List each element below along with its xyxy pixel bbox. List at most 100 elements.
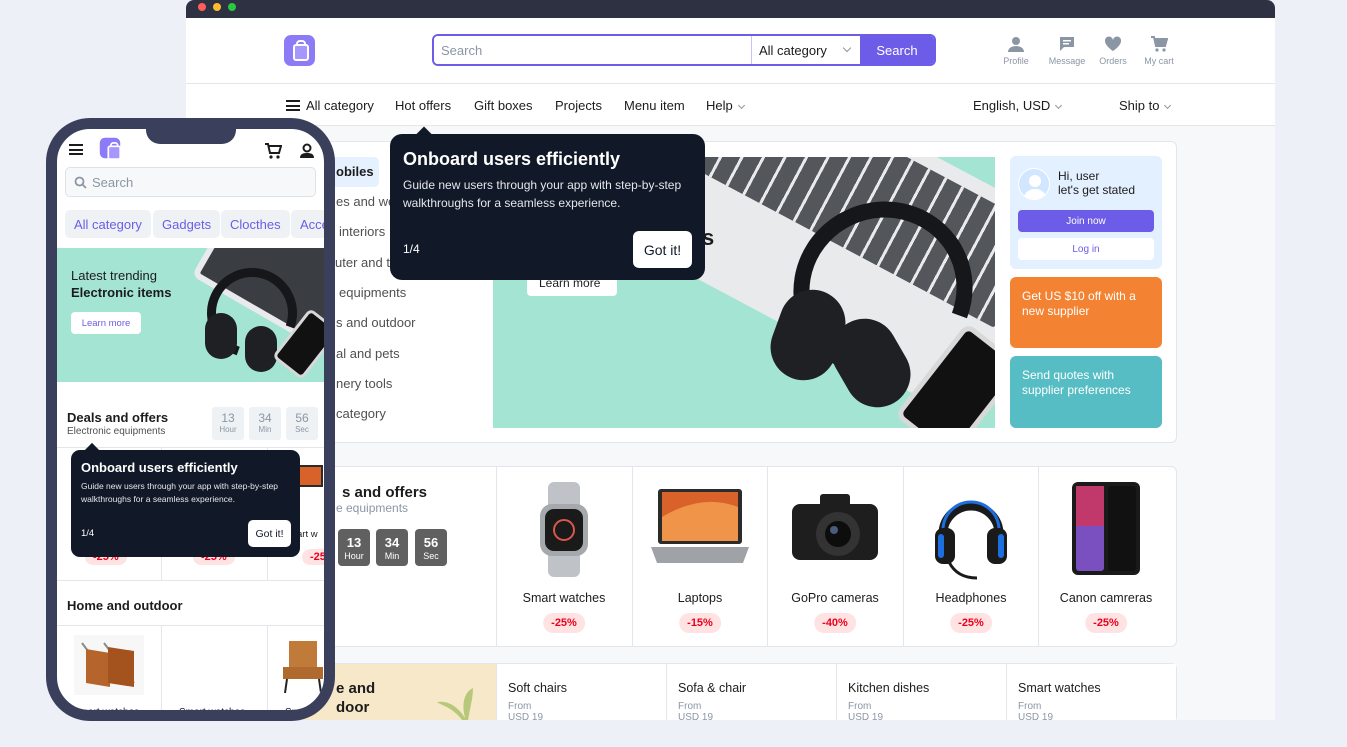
- home-item-from: From: [678, 701, 702, 712]
- timer-minutes: 34 Min: [376, 529, 408, 566]
- chevron-down-icon: [842, 43, 852, 53]
- phone-notch: [146, 129, 236, 144]
- sidebar-item[interactable]: interiors: [339, 224, 385, 239]
- product-card-laptops[interactable]: Laptops -15%: [632, 467, 767, 646]
- mobile-device: Search All category Gadgets Clocthes Acc…: [46, 118, 335, 721]
- brand-logo[interactable]: [99, 137, 122, 160]
- person-icon: [1008, 37, 1024, 52]
- sidebar-item[interactable]: nery tools: [336, 376, 392, 391]
- person-icon[interactable]: [299, 143, 315, 159]
- timer-minutes-value: 34: [258, 411, 272, 425]
- menu-icon[interactable]: [69, 144, 83, 155]
- chevron-down-icon: [1164, 101, 1172, 110]
- promo-card-supplier-discount[interactable]: Get US $10 off with a new supplier: [1010, 277, 1162, 348]
- greeting-line-1: Hi, user: [1058, 169, 1100, 183]
- log-in-button[interactable]: Log in: [1018, 238, 1154, 260]
- search-input[interactable]: [434, 36, 752, 64]
- ship-to-select[interactable]: Ship to: [1119, 98, 1172, 113]
- chip-all-category[interactable]: All category: [65, 210, 151, 238]
- message-label: Message: [1048, 56, 1086, 66]
- timer-hours: 13 Hour: [338, 529, 370, 566]
- search-bar: All category Search: [432, 34, 936, 66]
- home-item-from: From: [508, 701, 532, 712]
- main-nav: All category Hot offers Gift boxes Proje…: [186, 84, 1275, 126]
- sidebar-item[interactable]: es and we: [336, 194, 395, 209]
- cart-action[interactable]: My cart: [1137, 36, 1181, 66]
- home-item-price: USD 19: [678, 712, 714, 720]
- language-select[interactable]: English, USD: [973, 98, 1063, 113]
- close-window-dot[interactable]: [198, 3, 206, 11]
- chevron-down-icon: [1055, 101, 1063, 110]
- timer-seconds: 56 Sec: [286, 407, 318, 440]
- cart-label: My cart: [1144, 56, 1174, 66]
- nav-projects[interactable]: Projects: [555, 98, 602, 113]
- home-tile-divider: [161, 625, 162, 710]
- learn-more-button[interactable]: Learn more: [71, 312, 141, 334]
- sidebar-item[interactable]: category: [336, 406, 386, 421]
- promo-card-send-quotes[interactable]: Send quotes with supplier preferences: [1010, 356, 1162, 428]
- home-item-name[interactable]: Smart watches: [179, 707, 245, 710]
- minimize-window-dot[interactable]: [213, 3, 221, 11]
- nav-hot-offers[interactable]: Hot offers: [395, 98, 451, 113]
- nav-gift-boxes[interactable]: Gift boxes: [474, 98, 533, 113]
- sidebar-item[interactable]: equipments: [339, 285, 406, 300]
- search-icon: [74, 176, 87, 189]
- cart-icon: [1151, 36, 1168, 52]
- user-box: Hi, user let's get stated Join now Log i…: [1010, 156, 1162, 269]
- got-it-button[interactable]: Got it!: [633, 231, 692, 268]
- home-item-kitchen-dishes[interactable]: Kitchen dishes From USD 19: [836, 664, 1006, 720]
- orders-action[interactable]: Orders: [1091, 36, 1135, 66]
- product-card-headphones[interactable]: Headphones -25%: [903, 467, 1038, 646]
- armchair-image: [283, 641, 323, 694]
- got-it-button[interactable]: Got it!: [248, 520, 291, 547]
- home-item-from: From: [848, 701, 872, 712]
- sidebar-item[interactable]: uter and t: [335, 255, 390, 270]
- sidebar-item[interactable]: al and pets: [336, 346, 400, 361]
- timer-minutes-unit: Min: [258, 425, 272, 434]
- deals-subtitle: Electronic equipments: [67, 426, 166, 437]
- home-item-name[interactable]: Smar: [285, 707, 309, 710]
- onboarding-tooltip-mobile: Onboard users efficiently Guide new user…: [71, 442, 300, 557]
- user-greeting: Hi, user let's get stated: [1058, 169, 1135, 197]
- nav-help[interactable]: Help: [706, 98, 745, 113]
- message-action[interactable]: Message: [1045, 36, 1089, 66]
- discount-badge: -25%: [543, 613, 585, 633]
- brand-logo[interactable]: [284, 35, 315, 66]
- product-card-canon-cameras[interactable]: Canon camreras -25%: [1038, 467, 1173, 646]
- timer-hours-unit: Hour: [344, 551, 364, 561]
- nav-all-category[interactable]: All category: [286, 98, 374, 113]
- product-card-smart-watches[interactable]: Smart watches -25%: [496, 467, 631, 646]
- discount-badge: -25: [302, 549, 324, 565]
- chip-gadgets[interactable]: Gadgets: [153, 210, 221, 238]
- home-item-sofa-chair[interactable]: Sofa & chair From USD 19: [666, 664, 836, 720]
- search-input[interactable]: Search: [65, 167, 316, 197]
- home-item-name: Kitchen dishes: [848, 681, 930, 695]
- home-item-smart-watches[interactable]: Smart watches From USD 19: [1006, 664, 1176, 720]
- home-item-soft-chairs[interactable]: Soft chairs From USD 19: [496, 664, 666, 720]
- orders-label: Orders: [1099, 56, 1127, 66]
- magazine-rack-image: [74, 635, 144, 695]
- chip-clothes[interactable]: Clocthes: [221, 210, 290, 238]
- home-item-name[interactable]: Smart watches: [73, 707, 139, 710]
- sidebar-item[interactable]: obiles: [336, 164, 374, 179]
- message-icon: [1060, 37, 1074, 51]
- cart-icon[interactable]: [264, 143, 282, 159]
- join-now-button[interactable]: Join now: [1018, 210, 1154, 232]
- product-card-gopro-cameras[interactable]: GoPro cameras -40%: [767, 467, 902, 646]
- tooltip-step: 1/4: [403, 242, 420, 256]
- nav-help-label: Help: [706, 98, 733, 113]
- smartphone-image: [1072, 482, 1140, 575]
- profile-action[interactable]: Profile: [994, 36, 1038, 66]
- plant-image: [437, 688, 473, 720]
- timer-seconds-value: 56: [423, 535, 439, 550]
- avatar: [1018, 168, 1050, 200]
- hero-line-2: Electronic items: [71, 285, 172, 300]
- maximize-window-dot[interactable]: [228, 3, 236, 11]
- nav-all-category-label: All category: [306, 98, 374, 113]
- nav-menu-item[interactable]: Menu item: [624, 98, 685, 113]
- sidebar-item[interactable]: s and outdoor: [336, 315, 416, 330]
- search-button[interactable]: Search: [860, 36, 934, 64]
- category-select[interactable]: All category: [752, 36, 860, 64]
- chip-accessories[interactable]: Acce: [291, 210, 324, 238]
- discount-badge: -25%: [950, 613, 992, 633]
